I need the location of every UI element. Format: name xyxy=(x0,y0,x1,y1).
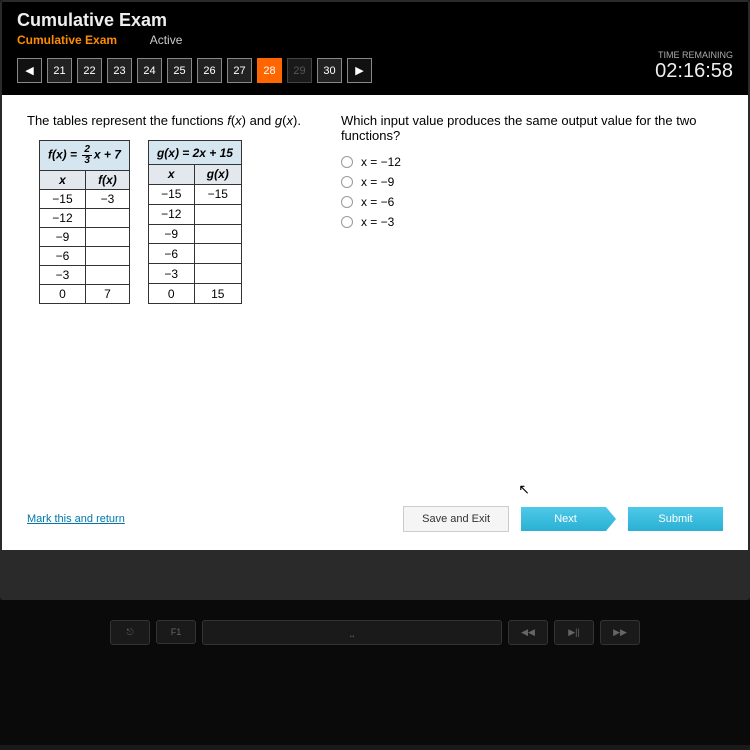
submit-button[interactable]: Submit xyxy=(628,507,723,531)
nav-q25[interactable]: 25 xyxy=(167,58,192,83)
key: ◀◀ xyxy=(508,620,548,645)
nav-q29: 29 xyxy=(287,58,312,83)
timer-value: 02:16:58 xyxy=(655,60,733,83)
table-g: g(x) = 2x + 15 xg(x) −15−15 −12 −9 −6 −3… xyxy=(148,140,242,304)
key: ⎋ xyxy=(110,620,150,645)
key: ⎵ xyxy=(202,620,502,645)
nav-next-button[interactable]: ▶ xyxy=(347,58,372,83)
nav-prev-button[interactable]: ◀ xyxy=(17,58,42,83)
timer-label: TIME REMAINING xyxy=(655,50,733,60)
table-f: f(x) = 23x + 7 xf(x) −15−3 −12 −9 −6 −3 … xyxy=(39,140,130,304)
next-button[interactable]: Next xyxy=(521,507,616,531)
nav-q24[interactable]: 24 xyxy=(137,58,162,83)
nav-q23[interactable]: 23 xyxy=(107,58,132,83)
prompt-text: The tables represent the functions f(x) … xyxy=(27,113,301,128)
exam-title: Cumulative Exam xyxy=(17,10,733,31)
timer: TIME REMAINING 02:16:58 xyxy=(655,50,733,83)
keyboard-area: ⎋ F1 ⎵ ◀◀ ▶|| ▶▶ xyxy=(0,600,750,745)
save-exit-button[interactable]: Save and Exit xyxy=(403,506,509,532)
radio-icon xyxy=(341,216,353,228)
question-text: Which input value produces the same outp… xyxy=(341,113,723,143)
option-a[interactable]: x = −12 xyxy=(341,155,723,169)
nav-q28[interactable]: 28 xyxy=(257,58,282,83)
key: F1 xyxy=(156,620,196,644)
nav-q27[interactable]: 27 xyxy=(227,58,252,83)
nav-q22[interactable]: 22 xyxy=(77,58,102,83)
content-area: The tables represent the functions f(x) … xyxy=(2,95,748,550)
radio-icon xyxy=(341,196,353,208)
option-c[interactable]: x = −6 xyxy=(341,195,723,209)
option-b[interactable]: x = −9 xyxy=(341,175,723,189)
formula-g: g(x) = 2x + 15 xyxy=(148,141,241,165)
nav-q26[interactable]: 26 xyxy=(197,58,222,83)
cursor-icon: ↖ xyxy=(518,481,530,498)
key: ▶▶ xyxy=(600,620,640,645)
mark-return-link[interactable]: Mark this and return xyxy=(27,513,125,525)
exam-subtitle: Cumulative Exam xyxy=(17,33,117,47)
exam-status: Active xyxy=(150,33,183,47)
radio-icon xyxy=(341,156,353,168)
nav-q21[interactable]: 21 xyxy=(47,58,72,83)
exam-header: Cumulative Exam Cumulative Exam Active xyxy=(2,2,748,50)
formula-f: f(x) = 23x + 7 xyxy=(40,141,130,171)
key: ▶|| xyxy=(554,620,594,645)
option-d[interactable]: x = −3 xyxy=(341,215,723,229)
radio-icon xyxy=(341,176,353,188)
nav-q30[interactable]: 30 xyxy=(317,58,342,83)
question-nav: ◀ 21 22 23 24 25 26 27 28 29 30 ▶ TIME R… xyxy=(2,50,748,95)
